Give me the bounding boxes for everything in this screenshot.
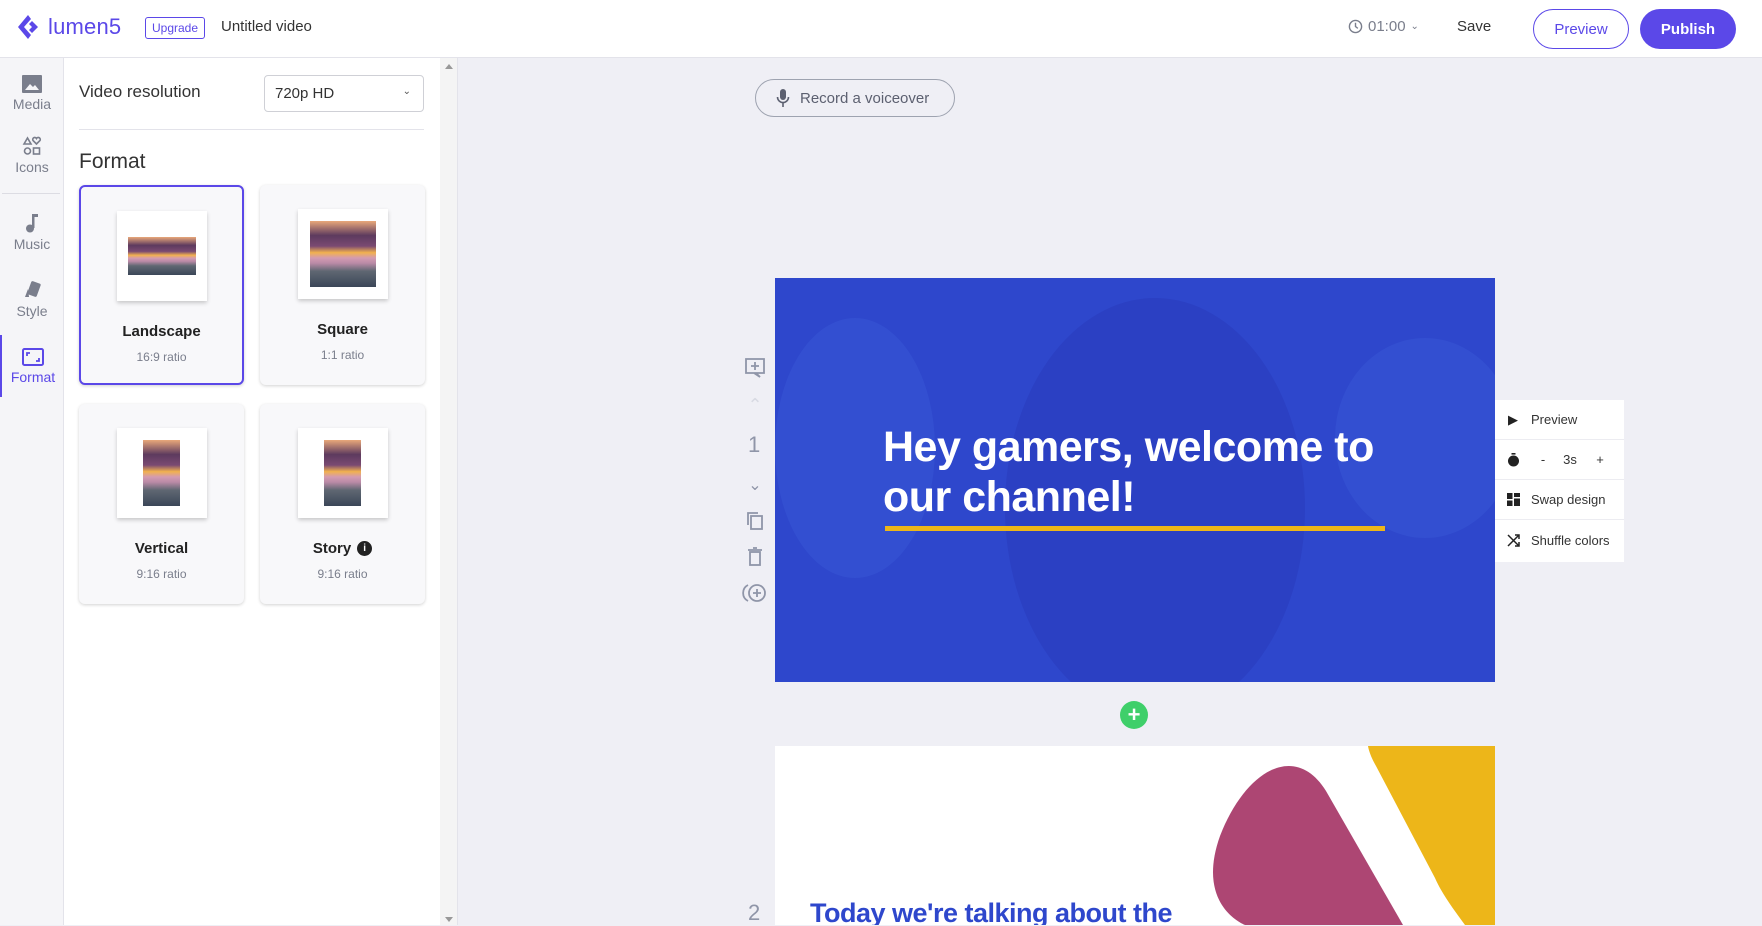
rail-item-music[interactable]: Music — [0, 201, 64, 263]
format-panel: Video resolution 720p HD ⌄ Format Landsc… — [64, 58, 440, 925]
add-voiceover-icon[interactable] — [740, 580, 770, 606]
format-ratio: 16:9 ratio — [136, 350, 187, 364]
rail-item-media[interactable]: Media — [0, 62, 64, 124]
scene-number: 1 — [748, 432, 761, 457]
rail-label: Icons — [15, 158, 49, 175]
format-ratio: 9:16 ratio — [317, 567, 368, 581]
voiceover-label: Record a voiceover — [800, 89, 930, 107]
rail-label: Media — [12, 95, 52, 112]
rail-label: Music — [13, 235, 51, 252]
shuffle-icon — [1495, 533, 1531, 547]
format-ratio: 9:16 ratio — [136, 567, 187, 581]
logo[interactable]: lumen5 — [14, 13, 121, 41]
scene-1-preview[interactable]: Hey gamers, welcome to our channel! — [775, 278, 1495, 682]
duplicate-icon[interactable] — [740, 508, 770, 534]
scene-preview-button[interactable]: ▶ Preview — [1495, 400, 1624, 440]
format-heading: Format — [79, 150, 146, 173]
format-name: Landscape — [122, 323, 201, 340]
format-card-story[interactable]: Story i 9:16 ratio — [260, 404, 425, 604]
format-name: Story i — [313, 540, 373, 557]
scroll-up-arrow-icon[interactable] — [445, 64, 453, 69]
logo-text: lumen5 — [48, 14, 122, 39]
scene-menu: ▶ Preview - 3s + Swap design Shuffle col… — [1495, 400, 1624, 562]
format-ratio: 1:1 ratio — [320, 348, 365, 362]
info-icon[interactable]: i — [357, 541, 373, 556]
duration-dropdown[interactable]: 01:00 ⌄ — [1348, 18, 1419, 35]
scroll-down-arrow-icon[interactable] — [445, 917, 453, 922]
image-icon — [22, 74, 42, 93]
layout-grid-icon — [1495, 493, 1531, 506]
aspect-ratio-icon — [22, 347, 44, 366]
format-name: Square — [317, 321, 368, 338]
style-swatch-icon — [25, 280, 41, 297]
duration-value: 01:00 — [1368, 18, 1406, 35]
chevron-down-icon: ⌄ — [402, 86, 411, 97]
vertical-thumbnail — [143, 440, 180, 506]
microphone-icon — [776, 89, 790, 107]
format-name: Vertical — [134, 540, 189, 557]
add-scene-button[interactable]: + — [1120, 701, 1148, 729]
add-text-icon[interactable] — [740, 355, 770, 381]
format-card-square[interactable]: Square 1:1 ratio — [260, 185, 425, 385]
panel-scrollbar[interactable] — [440, 58, 458, 925]
move-down-icon[interactable]: ⌄ — [740, 472, 770, 498]
scene-2-preview[interactable]: Today we're talking about the — [775, 746, 1495, 925]
thumbnail-frame — [297, 209, 388, 299]
resolution-select[interactable]: 720p HD ⌄ — [264, 75, 424, 112]
resolution-label: Video resolution — [79, 82, 201, 101]
rail-item-style[interactable]: Style — [0, 268, 64, 330]
thumbnail-frame — [116, 428, 207, 518]
preview-button[interactable]: Preview — [1533, 9, 1629, 49]
stopwatch-icon — [1495, 452, 1531, 467]
shapes-icon — [22, 135, 42, 155]
record-voiceover-button[interactable]: Record a voiceover — [755, 79, 955, 117]
thumbnail-frame — [297, 428, 388, 518]
scene-1-underline — [885, 526, 1385, 531]
rail-divider — [2, 193, 60, 194]
video-title[interactable]: Untitled video — [221, 18, 312, 35]
scene-duration-control: - 3s + — [1495, 440, 1624, 480]
lumen5-logo-icon — [18, 15, 38, 39]
rail-label: Style — [16, 302, 48, 319]
play-icon: ▶ — [1508, 411, 1518, 427]
side-rail: Media Icons Music Style Format — [0, 58, 64, 925]
scene-duration-value: 3s — [1563, 452, 1577, 467]
rail-label: Format — [10, 368, 56, 385]
resolution-value: 720p HD — [275, 85, 335, 102]
delete-icon[interactable] — [740, 544, 770, 570]
swap-design-button[interactable]: Swap design — [1495, 480, 1624, 520]
scene-number: 2 — [748, 900, 761, 925]
duration-increase-button[interactable]: + — [1585, 452, 1615, 467]
chevron-down-icon: ⌄ — [1410, 21, 1419, 32]
rail-item-icons[interactable]: Icons — [0, 124, 64, 186]
divider — [79, 129, 424, 130]
story-thumbnail — [324, 440, 361, 506]
landscape-thumbnail — [127, 237, 196, 275]
move-up-icon[interactable]: ⌃ — [740, 392, 770, 418]
publish-button[interactable]: Publish — [1640, 9, 1736, 49]
rail-item-format[interactable]: Format — [0, 335, 64, 397]
shuffle-colors-button[interactable]: Shuffle colors — [1495, 520, 1624, 560]
thumbnail-frame — [116, 211, 207, 301]
duration-decrease-button[interactable]: - — [1531, 452, 1555, 467]
clock-icon — [1348, 19, 1363, 34]
square-thumbnail — [309, 221, 376, 287]
top-bar: lumen5 Upgrade Untitled video 01:00 ⌄ Sa… — [0, 0, 1762, 58]
format-card-vertical[interactable]: Vertical 9:16 ratio — [79, 404, 244, 604]
music-note-icon — [26, 213, 38, 232]
format-card-landscape[interactable]: Landscape 16:9 ratio — [79, 185, 244, 385]
upgrade-button[interactable]: Upgrade — [145, 17, 206, 39]
save-button[interactable]: Save — [1457, 18, 1491, 35]
scene-1-text[interactable]: Hey gamers, welcome to our channel! — [883, 422, 1403, 522]
scene-2-text[interactable]: Today we're talking about the — [810, 898, 1172, 925]
